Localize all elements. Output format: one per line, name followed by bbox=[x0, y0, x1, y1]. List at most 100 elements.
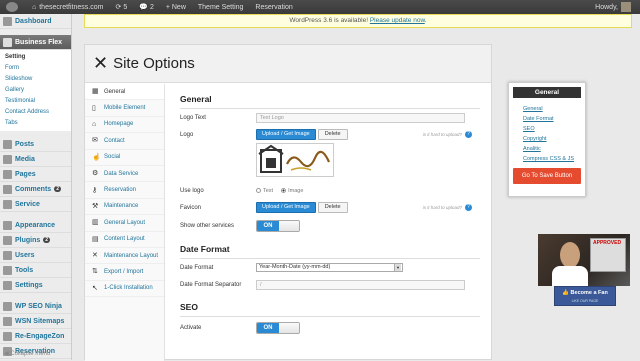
logo-text-row: Logo Text Text Logo bbox=[180, 109, 480, 126]
thumbs-up-icon: ☝ bbox=[92, 153, 101, 161]
chevron-down-icon: ▼ bbox=[394, 264, 401, 271]
seo-activate-toggle[interactable]: ON bbox=[256, 322, 300, 334]
submenu-slideshow[interactable]: Slideshow bbox=[0, 74, 71, 85]
cursor-icon: ↖ bbox=[92, 284, 98, 292]
favicon-upload-button[interactable]: Upload / Get Image bbox=[256, 202, 316, 213]
help-links: General Date Format SEO Copyright Analit… bbox=[523, 104, 581, 164]
comments-count-badge: 2 bbox=[54, 186, 61, 192]
howdy-menu[interactable]: Howdy, bbox=[589, 0, 640, 14]
logo-text-input[interactable]: Text Logo bbox=[256, 112, 465, 123]
seo-activate-row: Activate ON bbox=[180, 317, 480, 339]
tab-maintenance-layout[interactable]: ✕ Maintenance Layout bbox=[85, 248, 164, 265]
collapse-menu[interactable]: ◀ Collapse menu bbox=[4, 350, 50, 357]
help-icon[interactable]: ? bbox=[465, 204, 472, 211]
wp-logo-menu[interactable] bbox=[0, 0, 26, 14]
tab-homepage[interactable]: ⌂ Homepage bbox=[85, 117, 164, 134]
use-logo-row: Use logo Text Image bbox=[180, 182, 480, 199]
tab-general[interactable]: ▦ General bbox=[85, 84, 164, 101]
submenu-setting[interactable]: Setting bbox=[0, 52, 71, 63]
sidebar-item-business-flex[interactable]: Business Flex bbox=[0, 35, 71, 50]
use-logo-image-radio[interactable]: Image bbox=[281, 188, 303, 194]
tab-maintenance[interactable]: ⚒ Maintenance bbox=[85, 199, 164, 216]
tab-export-import[interactable]: ⇅ Export / Import bbox=[85, 264, 164, 281]
sidebar-item-wsn-sitemaps[interactable]: WSN Sitemaps bbox=[0, 314, 71, 329]
help-link-copyright[interactable]: Copyright bbox=[523, 134, 581, 144]
reservation-link[interactable]: Reservation bbox=[249, 0, 298, 14]
help-link-analitic[interactable]: Analitic bbox=[523, 144, 581, 154]
plugins-count-badge: 2 bbox=[43, 237, 51, 243]
sidebar-item-media[interactable]: Media bbox=[0, 152, 71, 167]
logo-label: Logo bbox=[180, 131, 194, 138]
new-content-link[interactable]: + New bbox=[160, 0, 192, 14]
tab-reservation[interactable]: ⚷ Reservation bbox=[85, 182, 164, 199]
wrench-icon: ⚒ bbox=[92, 202, 99, 210]
help-link-compress[interactable]: Compress CSS & JS bbox=[523, 154, 581, 164]
go-to-save-button[interactable]: Go To Save Button bbox=[513, 168, 581, 184]
use-logo-text-radio[interactable]: Text bbox=[256, 188, 273, 194]
sidebar-item-pages[interactable]: Pages bbox=[0, 167, 71, 182]
sidebar-item-settings[interactable]: Settings bbox=[0, 278, 71, 293]
date-format-select[interactable]: Year-Month-Date (yy-mm-dd) ▼ bbox=[256, 263, 403, 272]
submenu-form[interactable]: Form bbox=[0, 63, 71, 74]
dashboard-icon bbox=[3, 16, 12, 26]
admin-bar: ⌂ thesecretfitness.com ⟳ 5 💬 2 + New Theme … bbox=[0, 0, 640, 14]
sidebar-item-re-engagezon[interactable]: Re-EngageZon bbox=[0, 329, 71, 344]
help-navigation-box: General General Date Format SEO Copyrigh… bbox=[508, 82, 586, 197]
help-link-seo[interactable]: SEO bbox=[523, 124, 581, 134]
favicon-row: Favicon Upload / Get Image Delete is it … bbox=[180, 199, 480, 216]
theme-setting-link[interactable]: Theme Setting bbox=[192, 0, 250, 14]
submenu-tabs[interactable]: Tabs bbox=[0, 118, 71, 129]
comments-link[interactable]: 💬 2 bbox=[133, 0, 160, 14]
options-tabs: ▦ General ▯ Mobile Element ⌂ Homepage ✉ Cont… bbox=[85, 84, 165, 361]
users-icon bbox=[3, 250, 12, 260]
sidebar-item-wp-seo-ninja[interactable]: WP SEO Ninja bbox=[0, 299, 71, 314]
export-icon: ⇅ bbox=[92, 268, 98, 276]
plugin-icon bbox=[3, 331, 12, 341]
sidebar-item-appearance[interactable]: Appearance bbox=[0, 218, 71, 233]
sidebar-item-posts[interactable]: Posts bbox=[0, 137, 71, 152]
become-a-fan-button[interactable]: 👍 Become a Fan LIKE OUR PAGE bbox=[554, 286, 616, 306]
help-link-general[interactable]: General bbox=[523, 104, 581, 114]
panel-header: ✕ Site Options bbox=[85, 45, 491, 83]
sidebar-item-plugins[interactable]: Plugins 2 bbox=[0, 233, 71, 248]
tab-mobile-element[interactable]: ▯ Mobile Element bbox=[85, 100, 164, 117]
site-name-link[interactable]: ⌂ thesecretfitness.com bbox=[26, 0, 109, 14]
tab-content-layout[interactable]: ▤ Content Layout bbox=[85, 232, 164, 248]
home-icon: ⌂ bbox=[32, 3, 37, 11]
plugins-icon bbox=[3, 235, 12, 245]
presenter-body bbox=[552, 266, 588, 286]
show-services-toggle[interactable]: ON bbox=[256, 220, 300, 232]
appearance-icon bbox=[3, 220, 12, 230]
submenu-contact-address[interactable]: Contact Address bbox=[0, 107, 71, 118]
help-link-date-format[interactable]: Date Format bbox=[523, 114, 581, 124]
webcam-video-overlay: APPROVED bbox=[538, 234, 630, 286]
service-icon bbox=[3, 199, 12, 209]
updates-link[interactable]: ⟳ 5 bbox=[109, 0, 133, 14]
sidebar-item-comments[interactable]: Comments 2 bbox=[0, 182, 71, 197]
media-icon bbox=[3, 154, 12, 164]
posts-icon bbox=[3, 139, 12, 149]
sidebar-item-tools[interactable]: Tools bbox=[0, 263, 71, 278]
section-heading-date-format: Date Format bbox=[180, 244, 480, 259]
sidebar-item-service[interactable]: Service bbox=[0, 197, 71, 212]
update-notice: WordPress 3.6 is available! Please updat… bbox=[84, 14, 632, 28]
sidebar-item-dashboard[interactable]: Dashboard bbox=[0, 14, 71, 29]
avatar bbox=[621, 2, 631, 12]
date-separator-input[interactable]: / bbox=[256, 279, 465, 290]
update-now-link[interactable]: Please update now bbox=[370, 17, 425, 24]
tab-1-click-installation[interactable]: ↖ 1-Click Installation bbox=[85, 281, 164, 298]
submenu-testimonial[interactable]: Testimonial bbox=[0, 96, 71, 107]
refresh-icon: ⟳ bbox=[115, 4, 122, 11]
help-icon[interactable]: ? bbox=[465, 131, 472, 138]
tab-general-layout[interactable]: ▥ General Layout bbox=[85, 215, 164, 232]
logo-delete-button[interactable]: Delete bbox=[317, 129, 348, 140]
page-title: Site Options bbox=[113, 55, 195, 72]
submenu-gallery[interactable]: Gallery bbox=[0, 85, 71, 96]
tab-data-service[interactable]: ⚙ Data Service bbox=[85, 166, 164, 183]
logo-upload-button[interactable]: Upload / Get Image bbox=[256, 129, 316, 140]
tab-contact[interactable]: ✉ Contact bbox=[85, 133, 164, 150]
sidebar-item-users[interactable]: Users bbox=[0, 248, 71, 263]
pages-icon bbox=[3, 169, 12, 179]
tab-social[interactable]: ☝ Social bbox=[85, 150, 164, 166]
favicon-delete-button[interactable]: Delete bbox=[317, 202, 348, 213]
